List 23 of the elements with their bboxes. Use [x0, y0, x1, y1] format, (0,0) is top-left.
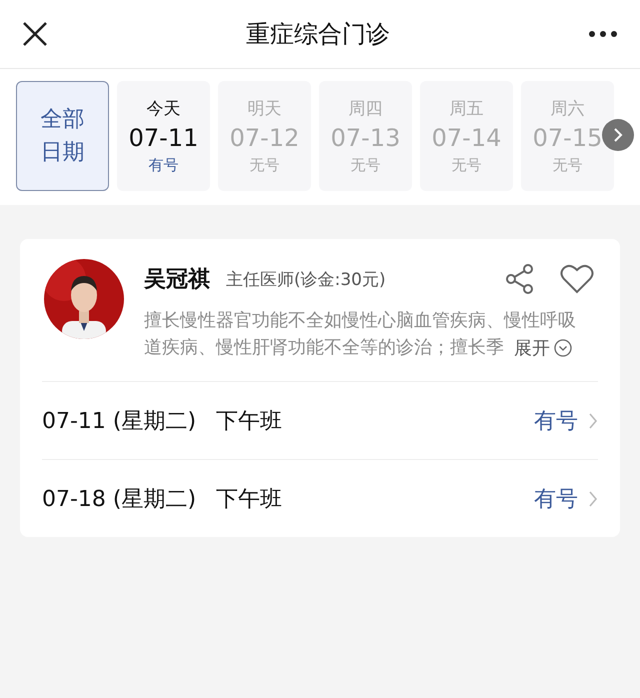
schedule-date: 07-11 (星期二): [42, 408, 196, 436]
date-tab[interactable]: 今天 07-11 有号: [117, 81, 210, 191]
more-icon: [588, 30, 618, 38]
share-icon: [504, 263, 536, 295]
date-tab[interactable]: 全部日期: [16, 81, 109, 191]
schedule-date: 07-18 (星期二): [42, 486, 196, 514]
chevron-down-icon: [554, 338, 572, 356]
chevron-right-icon: [588, 490, 598, 508]
availability-link[interactable]: 有号: [534, 484, 598, 514]
scroll-right-button[interactable]: [602, 119, 634, 151]
doctor-description: 道疾病、慢性肝肾功能不全等的诊治；擅长季: [144, 336, 504, 360]
chevron-right-icon: [588, 412, 598, 430]
doctor-description: 擅长慢性器官功能不全如慢性心脑血管疾病、慢性呼吸: [144, 309, 576, 333]
page-title: 重症综合门诊: [246, 19, 390, 50]
schedule-shift: 下午班: [216, 486, 284, 514]
chevron-right-icon: [612, 127, 624, 143]
doctor-name: 吴冠祺: [144, 266, 210, 294]
heart-icon: [560, 264, 594, 294]
doctor-title: 主任医师(诊金:30元): [226, 268, 387, 290]
expand-button[interactable]: 展开: [514, 336, 572, 360]
schedule-shift: 下午班: [216, 408, 284, 436]
close-icon: [22, 21, 48, 47]
availability-link[interactable]: 有号: [534, 406, 598, 436]
